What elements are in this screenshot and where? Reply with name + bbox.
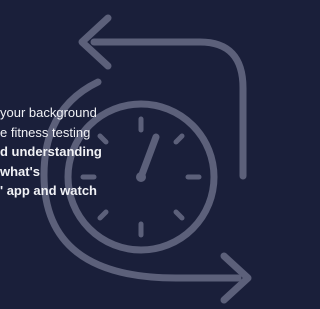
text-line: ' app and watch [0,183,97,198]
slide-panel: your background e fitness testing d unde… [0,0,255,309]
text-line: your background [0,105,97,120]
text-line: what's [0,163,40,179]
text-line: d understanding [0,144,102,159]
text-line: e fitness testing [0,124,91,140]
intro-text: your background e fitness testing d unde… [0,103,255,201]
